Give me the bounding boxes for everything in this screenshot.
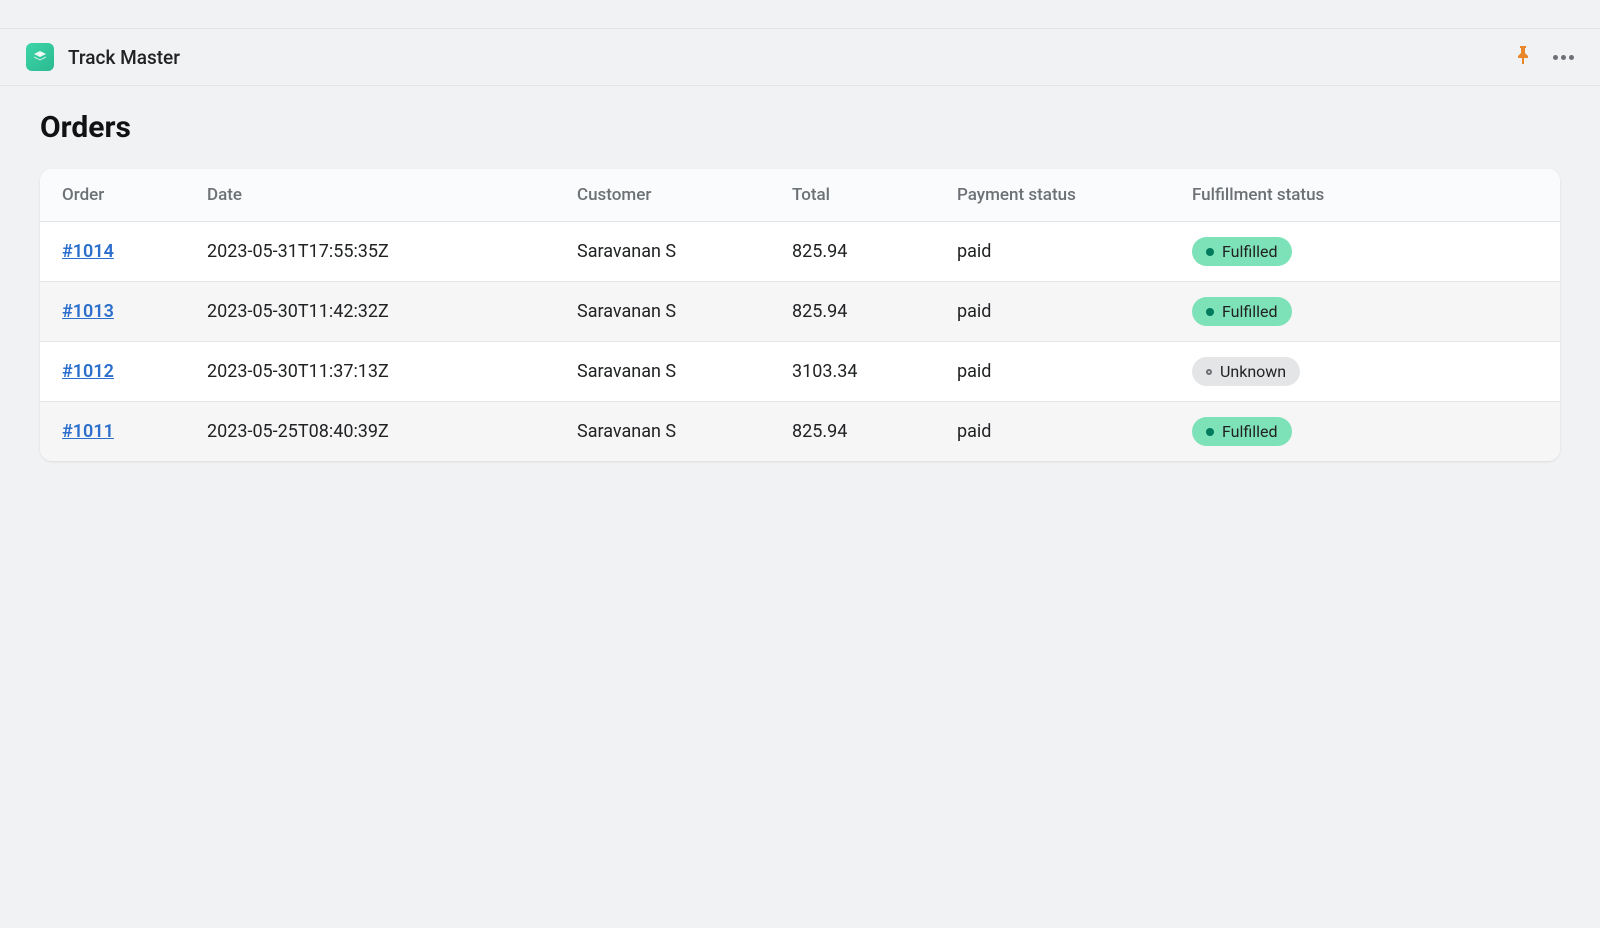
- column-header-payment-status: Payment status: [935, 169, 1170, 222]
- order-id-cell: #1013: [40, 282, 185, 342]
- order-id-cell: #1012: [40, 342, 185, 402]
- status-badge-label: Fulfilled: [1222, 422, 1278, 441]
- orders-card: Order Date Customer Total Payment status…: [40, 169, 1560, 461]
- order-link[interactable]: #1014: [62, 241, 114, 262]
- status-badge: Unknown: [1192, 357, 1300, 386]
- order-customer-cell: Saravanan S: [555, 342, 770, 402]
- order-customer-cell: Saravanan S: [555, 282, 770, 342]
- app-header-left: Track Master: [26, 43, 180, 71]
- status-badge: Fulfilled: [1192, 297, 1292, 326]
- app-icon: [26, 43, 54, 71]
- fulfillment-status-cell: Fulfilled: [1170, 282, 1560, 342]
- order-link[interactable]: #1012: [62, 361, 114, 382]
- app-header-right: [1515, 46, 1574, 69]
- order-date-cell: 2023-05-25T08:40:39Z: [185, 402, 555, 462]
- status-badge: Fulfilled: [1192, 417, 1292, 446]
- payment-status-cell: paid: [935, 282, 1170, 342]
- order-customer-cell: Saravanan S: [555, 402, 770, 462]
- page-title: Orders: [40, 110, 1560, 145]
- page-content: Orders Order Date Customer Total Payment…: [0, 86, 1600, 485]
- order-date-cell: 2023-05-30T11:42:32Z: [185, 282, 555, 342]
- status-badge-label: Unknown: [1220, 362, 1286, 381]
- fulfillment-status-cell: Fulfilled: [1170, 402, 1560, 462]
- payment-status-cell: paid: [935, 342, 1170, 402]
- order-date-cell: 2023-05-30T11:37:13Z: [185, 342, 555, 402]
- fulfillment-status-cell: Fulfilled: [1170, 222, 1560, 282]
- table-header-row: Order Date Customer Total Payment status…: [40, 169, 1560, 222]
- order-link[interactable]: #1013: [62, 301, 114, 322]
- order-customer-cell: Saravanan S: [555, 222, 770, 282]
- status-badge: Fulfilled: [1192, 237, 1292, 266]
- table-row: #1013 2023-05-30T11:42:32ZSaravanan S825.…: [40, 282, 1560, 342]
- order-link[interactable]: #1011: [62, 421, 114, 442]
- status-dot-icon: [1206, 369, 1212, 375]
- app-title: Track Master: [68, 46, 180, 69]
- column-header-date: Date: [185, 169, 555, 222]
- status-badge-label: Fulfilled: [1222, 242, 1278, 261]
- more-icon[interactable]: [1553, 55, 1574, 60]
- order-date-cell: 2023-05-31T17:55:35Z: [185, 222, 555, 282]
- table-row: #1012 2023-05-30T11:37:13ZSaravanan S3103…: [40, 342, 1560, 402]
- status-dot-icon: [1206, 428, 1214, 436]
- column-header-customer: Customer: [555, 169, 770, 222]
- payment-status-cell: paid: [935, 402, 1170, 462]
- order-total-cell: 3103.34: [770, 342, 935, 402]
- status-badge-label: Fulfilled: [1222, 302, 1278, 321]
- pin-icon[interactable]: [1515, 46, 1531, 69]
- column-header-total: Total: [770, 169, 935, 222]
- status-dot-icon: [1206, 248, 1214, 256]
- order-total-cell: 825.94: [770, 402, 935, 462]
- status-dot-icon: [1206, 308, 1214, 316]
- payment-status-cell: paid: [935, 222, 1170, 282]
- table-row: #1011 2023-05-25T08:40:39ZSaravanan S825.…: [40, 402, 1560, 462]
- app-header: Track Master: [0, 28, 1600, 86]
- fulfillment-status-cell: Unknown: [1170, 342, 1560, 402]
- table-row: #1014 2023-05-31T17:55:35ZSaravanan S825.…: [40, 222, 1560, 282]
- orders-table: Order Date Customer Total Payment status…: [40, 169, 1560, 461]
- order-id-cell: #1014: [40, 222, 185, 282]
- column-header-fulfillment-status: Fulfillment status: [1170, 169, 1560, 222]
- column-header-order: Order: [40, 169, 185, 222]
- order-total-cell: 825.94: [770, 282, 935, 342]
- order-id-cell: #1011: [40, 402, 185, 462]
- order-total-cell: 825.94: [770, 222, 935, 282]
